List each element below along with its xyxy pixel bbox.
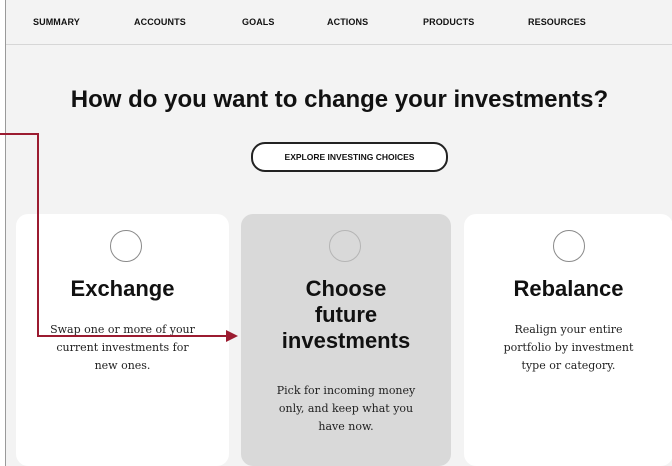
card-description-line: only, and keep what you bbox=[278, 402, 414, 415]
card-title-line: Exchange bbox=[70, 276, 175, 301]
card-description: Swap one or more of your current investm… bbox=[16, 321, 229, 375]
radio-button[interactable] bbox=[110, 230, 142, 262]
card-description-line: Swap one or more of your bbox=[50, 323, 195, 336]
card-description-line: new ones. bbox=[94, 359, 151, 372]
card-description-line: Pick for incoming money bbox=[276, 384, 416, 397]
top-nav: SUMMARY ACCOUNTS GOALS ACTIONS PRODUCTS … bbox=[6, 0, 672, 45]
nav-actions[interactable]: ACTIONS bbox=[327, 17, 368, 27]
nav-resources[interactable]: RESOURCES bbox=[528, 17, 586, 27]
card-title: Rebalance bbox=[464, 276, 672, 302]
nav-goals[interactable]: GOALS bbox=[242, 17, 275, 27]
page-title: How do you want to change your investmen… bbox=[70, 86, 609, 113]
option-card-exchange[interactable]: Exchange Swap one or more of your curren… bbox=[16, 214, 229, 466]
card-title: Choose future investments bbox=[241, 276, 451, 354]
option-card-rebalance[interactable]: Rebalance Realign your entire portfolio … bbox=[464, 214, 672, 466]
card-description: Pick for incoming money only, and keep w… bbox=[241, 382, 451, 436]
card-description-line: have now. bbox=[318, 420, 374, 433]
card-title-line: Rebalance bbox=[513, 276, 624, 301]
card-title: Exchange bbox=[16, 276, 229, 302]
card-description-line: current investments for bbox=[56, 341, 189, 354]
card-title-line: Choose bbox=[305, 276, 387, 301]
radio-button[interactable] bbox=[553, 230, 585, 262]
nav-summary[interactable]: SUMMARY bbox=[33, 17, 80, 27]
card-description-line: Realign your entire bbox=[514, 323, 623, 336]
option-card-choose-future-investments[interactable]: Choose future investments Pick for incom… bbox=[241, 214, 451, 466]
card-description-line: type or category. bbox=[521, 359, 616, 372]
card-description: Realign your entire portfolio by investm… bbox=[464, 321, 672, 375]
nav-accounts[interactable]: ACCOUNTS bbox=[134, 17, 186, 27]
nav-products[interactable]: PRODUCTS bbox=[423, 17, 474, 27]
card-description-line: portfolio by investment bbox=[503, 341, 634, 354]
page-frame: SUMMARY ACCOUNTS GOALS ACTIONS PRODUCTS … bbox=[5, 0, 672, 466]
explore-investing-choices-button[interactable]: EXPLORE INVESTING CHOICES bbox=[251, 142, 448, 172]
radio-button[interactable] bbox=[329, 230, 361, 262]
card-title-line: future bbox=[314, 302, 378, 327]
card-title-line: investments bbox=[281, 328, 411, 353]
